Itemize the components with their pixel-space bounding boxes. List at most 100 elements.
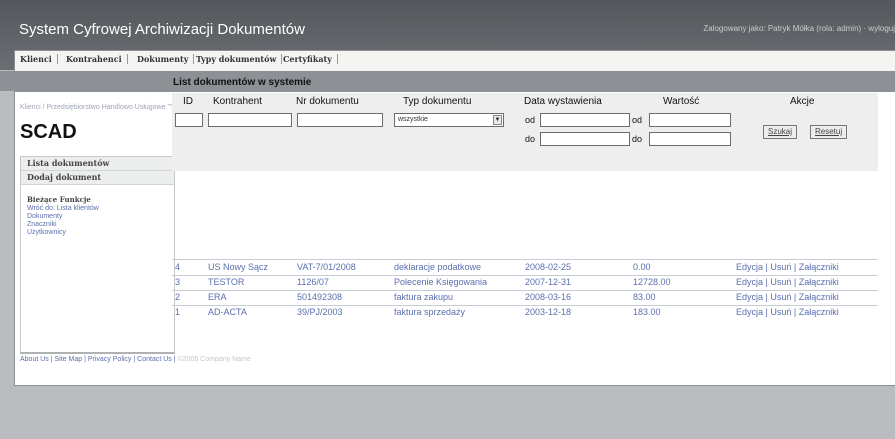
filter-date-to-label: do: [525, 134, 536, 144]
column-header-kontrahent: Kontrahent: [213, 96, 262, 107]
sidebar-link-back[interactable]: Wróć do: Lista klientów: [27, 205, 99, 213]
main-menu: Klienci Kontrahenci Dokumenty Typy dokum…: [14, 50, 895, 72]
actions-separator: |: [791, 262, 799, 272]
row-actions: Edycja | Usuń | Załączniki: [736, 277, 839, 287]
cell-wartosc: 12728.00: [633, 277, 671, 287]
cell-kontrahent: ERA: [208, 292, 227, 302]
cell-data: 2007-12-31: [525, 277, 572, 287]
cell-wartosc: 83.00: [633, 292, 656, 302]
cell-nr: 501492308: [297, 292, 343, 302]
delete-link[interactable]: Usuń: [770, 277, 791, 287]
sidebar-link-uzytkownicy[interactable]: Użytkownicy: [27, 229, 66, 237]
cell-id: 4: [175, 262, 181, 272]
cell-wartosc: 183.00: [633, 307, 661, 317]
cell-kontrahent: AD-ACTA: [208, 307, 247, 317]
footer-copyright: ©2005 Company Name: [177, 356, 251, 363]
attachments-link[interactable]: Załączniki: [799, 277, 839, 287]
cell-typ: Polecenie Księgowania: [394, 277, 488, 287]
column-header-data: Data wystawienia: [524, 96, 602, 107]
cell-kontrahent: TESTOR: [208, 277, 245, 287]
filter-value-to-input[interactable]: [649, 132, 731, 146]
column-header-id: ID: [183, 96, 193, 107]
edit-link[interactable]: Edycja: [736, 292, 763, 302]
filter-kontrahent-input[interactable]: [208, 113, 292, 127]
header-strip: [0, 71, 895, 91]
row-actions: Edycja | Usuń | Załączniki: [736, 292, 839, 302]
logo-text: SCAD: [20, 121, 77, 143]
filter-date-from-input[interactable]: [540, 113, 630, 127]
search-button[interactable]: Szukaj: [763, 125, 798, 139]
table-row: 1 AD-ACTA 39/PJ/2003 faktura sprzedaży 2…: [172, 306, 878, 320]
filter-typ-selected: wszystkie: [398, 116, 428, 123]
table-header: ID Kontrahent Nr dokumentu Typ dokumentu…: [172, 93, 878, 171]
menu-item-certyfikaty[interactable]: Certyfikaty: [283, 54, 338, 64]
filter-value-to-label: do: [632, 134, 643, 144]
chevron-down-icon: ▼: [493, 115, 502, 125]
cell-typ: faktura zakupu: [394, 292, 454, 302]
menu-item-klienci[interactable]: Klienci: [20, 54, 58, 64]
sidebar-link-znaczniki[interactable]: Znaczniki: [27, 221, 57, 229]
menu-item-typy-dokumentow[interactable]: Typy dokumentów: [196, 54, 283, 64]
column-header-wartosc: Wartość: [663, 96, 700, 107]
edit-link[interactable]: Edycja: [736, 307, 763, 317]
actions-separator: |: [791, 307, 799, 317]
cell-nr: 1126/07: [297, 277, 329, 287]
cell-id: 1: [175, 307, 181, 317]
filter-value-from-input[interactable]: [649, 113, 731, 127]
attachments-link[interactable]: Załączniki: [799, 262, 839, 272]
filter-value-from-label: od: [632, 115, 643, 125]
column-header-akcje: Akcje: [790, 96, 815, 107]
cell-kontrahent: US Nowy Sącz: [208, 262, 269, 272]
cell-id: 3: [175, 277, 181, 287]
filter-date-from-label: od: [525, 115, 536, 125]
sidebar-link-dokumenty[interactable]: Dokumenty: [27, 213, 62, 221]
reset-button-label: Resetuj: [815, 127, 843, 136]
row-actions: Edycja | Usuń | Załączniki: [736, 262, 839, 272]
delete-link[interactable]: Usuń: [770, 307, 791, 317]
footer-link-about[interactable]: About Us: [20, 356, 49, 363]
cell-nr: VAT-7/01/2008: [297, 262, 356, 272]
login-info[interactable]: Zalogowany jako: Patryk Mółka (rola: adm…: [703, 24, 895, 33]
actions-separator: |: [791, 292, 799, 302]
row-actions: Edycja | Usuń | Załączniki: [736, 307, 839, 317]
menu-item-kontrahenci[interactable]: Kontrahenci: [66, 54, 128, 64]
filter-id-input[interactable]: [175, 113, 203, 127]
app-title: System Cyfrowej Archiwizacji Dokumentów: [19, 21, 305, 38]
sidebar: Lista dokumentów Dodaj dokument Bieżące …: [20, 156, 175, 354]
footer-link-contact[interactable]: Contact Us: [137, 356, 172, 363]
column-header-typ: Typ dokumentu: [403, 96, 472, 107]
delete-link[interactable]: Usuń: [770, 262, 791, 272]
column-header-nr: Nr dokumentu: [296, 96, 359, 107]
table-row: 2 ERA 501492308 faktura zakupu 2008-03-1…: [172, 291, 878, 305]
sidebar-section-title: Bieżące Funkcje: [27, 195, 91, 204]
edit-link[interactable]: Edycja: [736, 262, 763, 272]
footer-link-privacy[interactable]: Privacy Policy: [88, 356, 132, 363]
sidebar-item-dodaj-dokument[interactable]: Dodaj dokument: [21, 171, 174, 185]
footer-link-sitemap[interactable]: Site Map: [55, 356, 83, 363]
cell-nr: 39/PJ/2003: [297, 307, 343, 317]
actions-separator: |: [791, 277, 799, 287]
cell-data: 2008-03-16: [525, 292, 572, 302]
filter-date-to-input[interactable]: [540, 132, 630, 146]
row-divider: [172, 259, 878, 260]
sidebar-item-lista-dokumentow[interactable]: Lista dokumentów: [21, 157, 174, 171]
reset-button[interactable]: Resetuj: [810, 125, 848, 139]
search-button-label: Szukaj: [768, 127, 793, 136]
attachments-link[interactable]: Załączniki: [799, 292, 839, 302]
content-title: List dokumentów w systemie: [173, 77, 312, 88]
cell-typ: deklaracje podatkowe: [394, 262, 482, 272]
menu-item-dokumenty[interactable]: Dokumenty: [137, 54, 195, 64]
cell-typ: faktura sprzedaży: [394, 307, 466, 317]
filter-nr-input[interactable]: [297, 113, 383, 127]
attachments-link[interactable]: Załączniki: [799, 307, 839, 317]
edit-link[interactable]: Edycja: [736, 277, 763, 287]
delete-link[interactable]: Usuń: [770, 292, 791, 302]
filter-typ-select[interactable]: wszystkie ▼: [394, 113, 504, 127]
cell-data: 2003-12-18: [525, 307, 572, 317]
cell-data: 2008-02-25: [525, 262, 572, 272]
footer: About Us | Site Map | Privacy Policy | C…: [20, 356, 251, 363]
cell-wartosc: 0.00: [633, 262, 651, 272]
cell-id: 2: [175, 292, 181, 302]
table-row: 3 TESTOR 1126/07 Polecenie Księgowania 2…: [172, 276, 878, 290]
table-row: 4 US Nowy Sącz VAT-7/01/2008 deklaracje …: [172, 261, 878, 275]
